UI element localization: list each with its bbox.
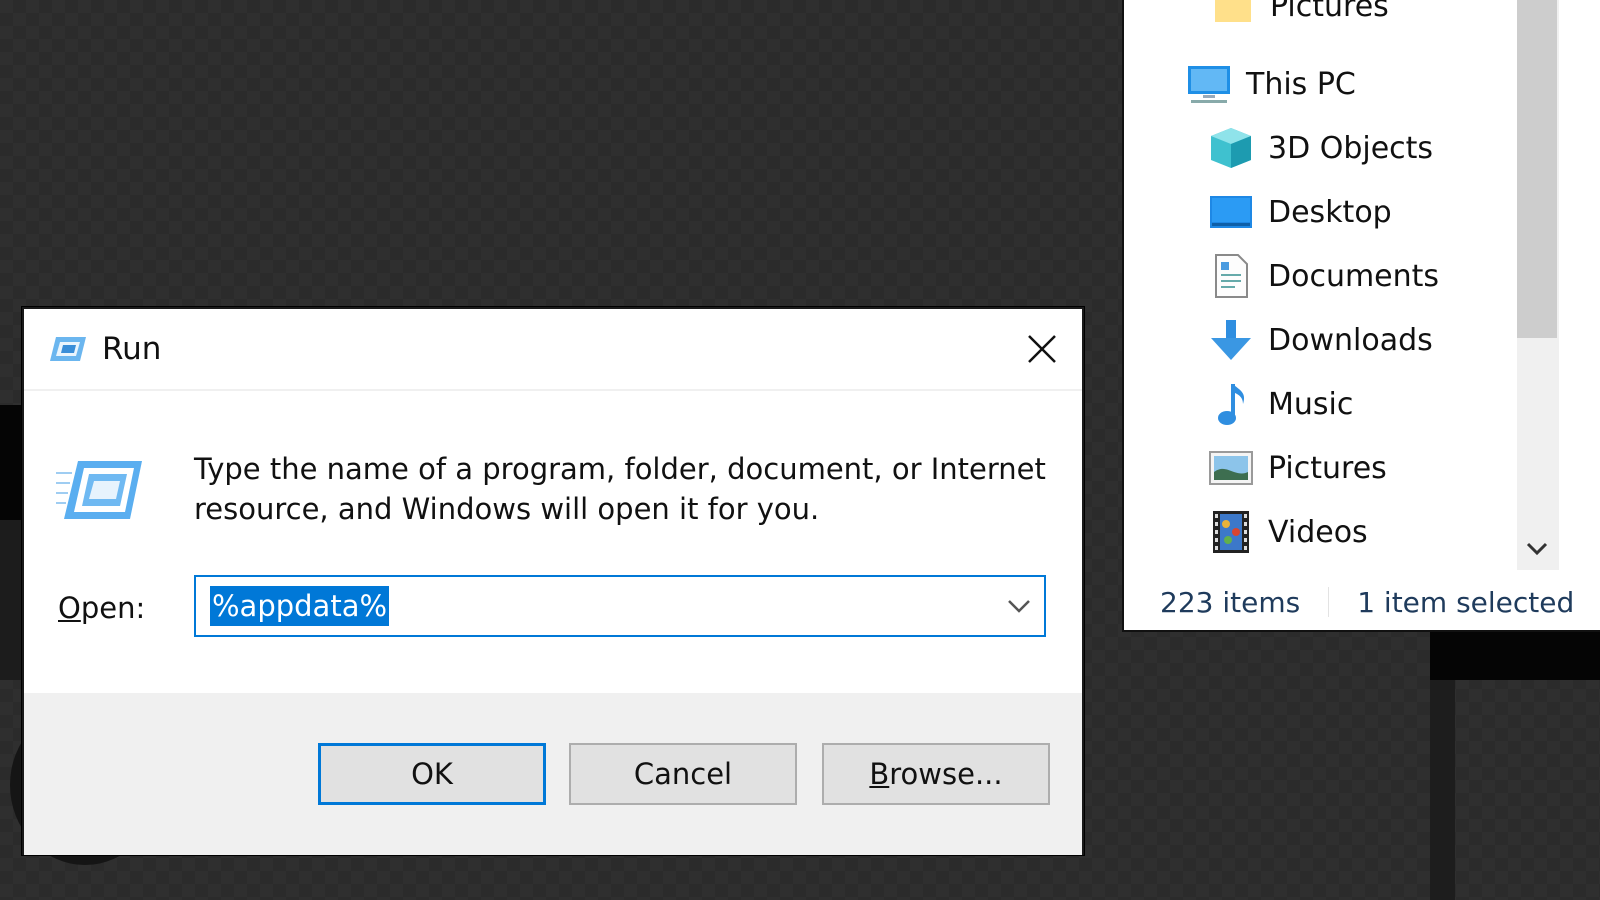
desktop-icon <box>1208 189 1254 235</box>
nav-item-label: Music <box>1268 386 1354 422</box>
status-bar: 223 items 1 item selected <box>1124 576 1600 628</box>
downloads-icon <box>1208 317 1254 363</box>
nav-item-label: Videos <box>1268 514 1368 550</box>
nav-item-label: 3D Objects <box>1268 130 1434 166</box>
nav-item-label: Pictures <box>1270 0 1389 24</box>
nav-item-videos[interactable]: Videos <box>1208 506 1368 558</box>
run-dialog: Run Type the name of a program, folder, … <box>22 307 1084 855</box>
item-count: 223 items <box>1160 585 1301 619</box>
chevron-down-icon <box>1008 600 1030 613</box>
nav-item-label: This PC <box>1246 66 1356 102</box>
nav-item-this-pc[interactable]: This PC <box>1186 58 1356 110</box>
chevron-down-icon <box>1526 542 1548 556</box>
this-pc-icon <box>1186 61 1232 107</box>
selection-status: 1 item selected <box>1357 585 1575 619</box>
pictures-icon <box>1208 445 1254 491</box>
videos-icon <box>1208 509 1254 555</box>
nav-item-desktop[interactable]: Desktop <box>1208 186 1392 238</box>
history-dropdown-button[interactable] <box>1002 589 1036 623</box>
background-shape <box>1430 630 1600 680</box>
status-divider <box>1328 587 1330 617</box>
ok-button[interactable]: OK <box>318 743 546 805</box>
nav-item-music[interactable]: Music <box>1208 378 1353 430</box>
nav-item-label: Downloads <box>1268 322 1433 358</box>
browse-mnemonic: B <box>869 757 890 791</box>
dialog-body: Type the name of a program, folder, docu… <box>24 393 1082 693</box>
nav-item-3d-objects[interactable]: 3D Objects <box>1208 122 1433 174</box>
nav-item-documents[interactable]: Documents <box>1208 250 1439 302</box>
3d-objects-icon <box>1208 125 1254 171</box>
nav-item-label: Pictures <box>1268 450 1387 486</box>
open-label: Open: <box>58 591 145 625</box>
dialog-description: Type the name of a program, folder, docu… <box>194 452 1046 526</box>
dialog-button-bar: OK Cancel Browse... <box>24 693 1082 855</box>
music-icon <box>1208 381 1254 427</box>
documents-icon <box>1208 253 1254 299</box>
close-button[interactable] <box>1002 309 1082 389</box>
open-label-mnemonic: O <box>58 591 81 625</box>
background-shape <box>1430 680 1455 900</box>
browse-button[interactable]: Browse... <box>822 743 1050 805</box>
run-large-icon <box>56 455 146 525</box>
open-input-selected-text[interactable]: %appdata% <box>210 586 390 626</box>
folder-icon <box>1210 0 1256 29</box>
browse-label: rowse... <box>889 757 1003 791</box>
cancel-button[interactable]: Cancel <box>569 743 797 805</box>
nav-pane-scrollbar[interactable] <box>1517 0 1559 570</box>
open-label-text: pen: <box>80 591 146 625</box>
dialog-title: Run <box>102 331 162 367</box>
scroll-down-button[interactable] <box>1517 534 1557 564</box>
scrollbar-thumb[interactable] <box>1517 0 1557 338</box>
nav-item-pictures[interactable]: Pictures <box>1208 442 1387 494</box>
nav-item-label: Desktop <box>1268 194 1392 230</box>
open-combobox[interactable]: %appdata% <box>194 575 1046 637</box>
nav-item-label: Documents <box>1268 258 1440 294</box>
run-app-icon <box>48 334 88 364</box>
nav-item-downloads[interactable]: Downloads <box>1208 314 1433 366</box>
close-icon <box>1028 335 1056 363</box>
title-bar[interactable]: Run <box>24 309 1082 391</box>
nav-item-pictures-quick[interactable]: Pictures <box>1210 0 1389 32</box>
file-explorer-window: Pictures This PC 3D Objects Desktop Docu <box>1122 0 1600 632</box>
navigation-pane: Pictures This PC 3D Objects Desktop Docu <box>1124 0 1516 573</box>
